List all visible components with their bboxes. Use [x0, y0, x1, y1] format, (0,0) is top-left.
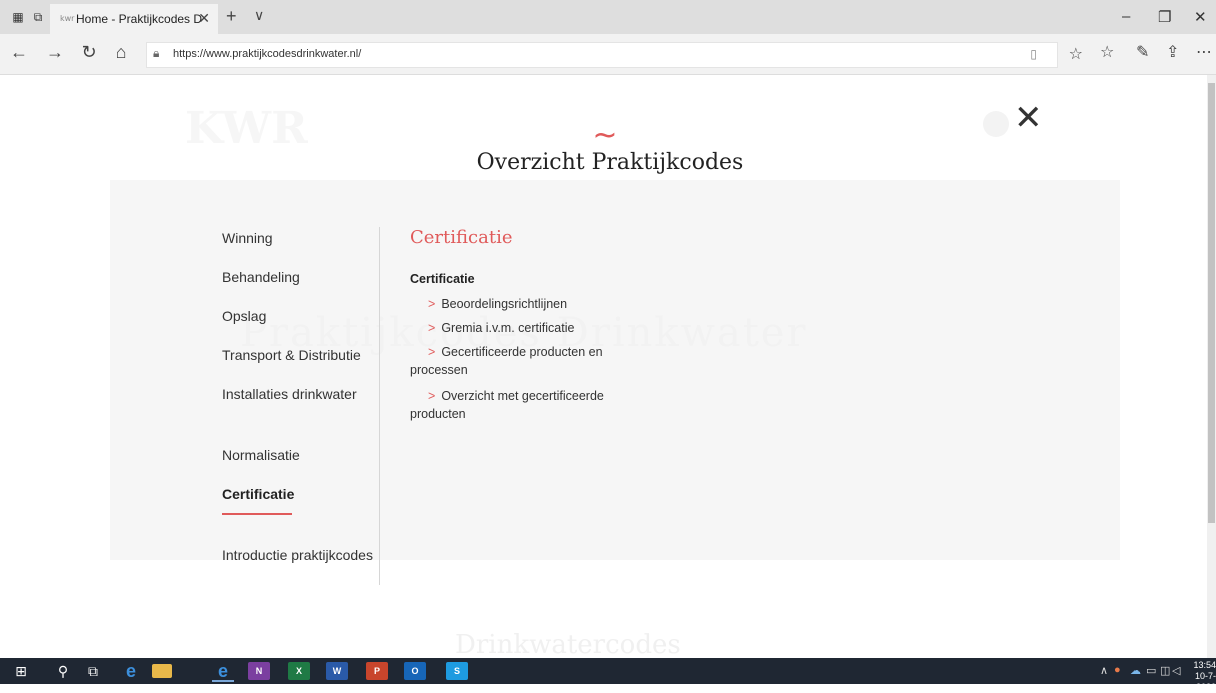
chevron-right-icon: >	[428, 321, 436, 335]
start-icon[interactable]: ⊞	[10, 662, 32, 680]
refresh-button[interactable]: ↻	[78, 42, 100, 63]
task-view-icon[interactable]: ⧉	[82, 662, 104, 680]
share-icon[interactable]: ⇪	[1166, 42, 1179, 62]
chevron-up-icon[interactable]: ∧	[1100, 664, 1108, 677]
faint-search-icon	[983, 111, 1009, 137]
forward-button[interactable]: →	[44, 42, 66, 63]
file-explorer-icon[interactable]	[152, 664, 172, 678]
close-overlay-button[interactable]: ✕	[1014, 101, 1043, 135]
address-bar[interactable]: 🔒︎ https://www.praktijkcodesdrinkwater.n…	[146, 42, 1083, 68]
lock-icon: 🔒︎	[153, 46, 160, 60]
tray-app-icon[interactable]: ●	[1114, 664, 1121, 676]
chevron-right-icon: >	[428, 345, 436, 359]
tab-preview-chevron-icon[interactable]: ∨	[254, 7, 264, 24]
ie-icon[interactable]: e	[120, 662, 142, 680]
page-scrollbar[interactable]	[1207, 75, 1216, 658]
search-icon[interactable]: ⚲	[52, 662, 74, 680]
edge-icon[interactable]: e	[212, 662, 234, 682]
excel-icon[interactable]: X	[288, 662, 310, 680]
onenote-icon[interactable]: N	[248, 662, 270, 680]
link-overzicht-gecertificeerde-producten[interactable]: > Overzicht met gecertificeerde producten	[410, 387, 650, 423]
address-toolbar: ← → ↻ ⌂ 🔒︎ https://www.praktijkcodesdrin…	[0, 34, 1216, 75]
menu-item-certificatie[interactable]: Certificatie	[222, 486, 295, 515]
menu-item-normalisatie[interactable]: Normalisatie	[222, 447, 300, 463]
battery-icon[interactable]: ▭	[1146, 664, 1156, 677]
tab-title: Home - Praktijkcodes D	[76, 12, 203, 26]
menu-item-introductie-praktijkcodes[interactable]: Introductie praktijkcodes	[222, 547, 373, 563]
pen-icon[interactable]: ✎	[1136, 42, 1149, 62]
bottom-heading: Drinkwatercodes	[455, 630, 681, 658]
minimize-button[interactable]: –	[1122, 8, 1130, 25]
link-beoordelingsrichtlijnen[interactable]: > Beoordelingsrichtlijnen	[410, 295, 650, 313]
home-button[interactable]: ⌂	[110, 42, 132, 63]
scrollbar-thumb[interactable]	[1208, 83, 1215, 523]
tilde-ornament-icon: ~	[592, 118, 618, 153]
powerpoint-icon[interactable]: P	[366, 662, 388, 680]
link-gremia-certificatie[interactable]: > Gremia i.v.m. certificatie	[410, 319, 650, 337]
menu-divider	[379, 227, 380, 585]
menu-item-behandeling[interactable]: Behandeling	[222, 269, 300, 285]
new-tab-button[interactable]: +	[226, 6, 237, 27]
word-icon[interactable]: W	[326, 662, 348, 680]
clock-date: 10-7-2020	[1194, 671, 1216, 692]
taskbar: ⊞ ⚲ ⧉ e e N X W P O S ∧ ● ☁ ▭ ◫ ◁ 13:54 …	[0, 658, 1216, 692]
set-aside-tabs-icon[interactable]: ⧉	[30, 10, 46, 24]
kwr-favicon-icon: kwr	[60, 14, 75, 23]
tab-actions-icon[interactable]: ▦	[10, 10, 26, 24]
reading-view-icon[interactable]: ▯	[1030, 47, 1037, 61]
menu-item-opslag[interactable]: Opslag	[222, 308, 266, 324]
menu-item-installaties-drinkwater[interactable]: Installaties drinkwater	[222, 386, 357, 402]
favorite-star-icon[interactable]: ☆	[1069, 44, 1083, 64]
kwr-logo: KWR	[185, 103, 308, 154]
overlay-title: Overzicht Praktijkcodes	[476, 150, 744, 175]
link-gecertificeerde-producten-processen[interactable]: > Gecertificeerde producten en processen	[410, 343, 650, 379]
cloud-icon[interactable]: ☁	[1130, 664, 1141, 677]
section-title: Certificatie	[410, 227, 513, 248]
clock-time: 13:54	[1193, 660, 1216, 670]
clock[interactable]: 13:54 10-7-2020	[1180, 660, 1216, 693]
back-button[interactable]: ←	[8, 42, 30, 63]
network-icon[interactable]: ◫	[1160, 664, 1170, 677]
tab-bar: ▦ ⧉ kwr Home - Praktijkcodes D ✕ + ∨ – ❐…	[0, 0, 1216, 34]
chevron-right-icon: >	[428, 389, 436, 403]
menu-item-winning[interactable]: Winning	[222, 230, 273, 246]
close-tab-icon[interactable]: ✕	[198, 10, 210, 27]
favorites-bar-icon[interactable]: ☆	[1100, 42, 1114, 62]
more-icon[interactable]: ⋯	[1196, 42, 1212, 62]
web-page: KWR Praktijkcodes Drinkwater Drinkwaterc…	[0, 75, 1207, 658]
tab-home[interactable]: kwr Home - Praktijkcodes D ✕	[50, 4, 218, 34]
outlook-icon[interactable]: O	[404, 662, 426, 680]
url-text[interactable]: https://www.praktijkcodesdrinkwater.nl/	[173, 48, 361, 60]
sub-title: Certificatie	[410, 272, 475, 286]
maximize-button[interactable]: ❐	[1158, 8, 1171, 26]
close-window-button[interactable]: ✕	[1194, 8, 1207, 26]
chevron-right-icon: >	[428, 297, 436, 311]
menu-item-transport-distributie[interactable]: Transport & Distributie	[222, 347, 361, 363]
skype-icon[interactable]: S	[446, 662, 468, 680]
menu-item-certificatie-label: Certificatie	[222, 486, 295, 502]
active-underline	[222, 513, 292, 515]
